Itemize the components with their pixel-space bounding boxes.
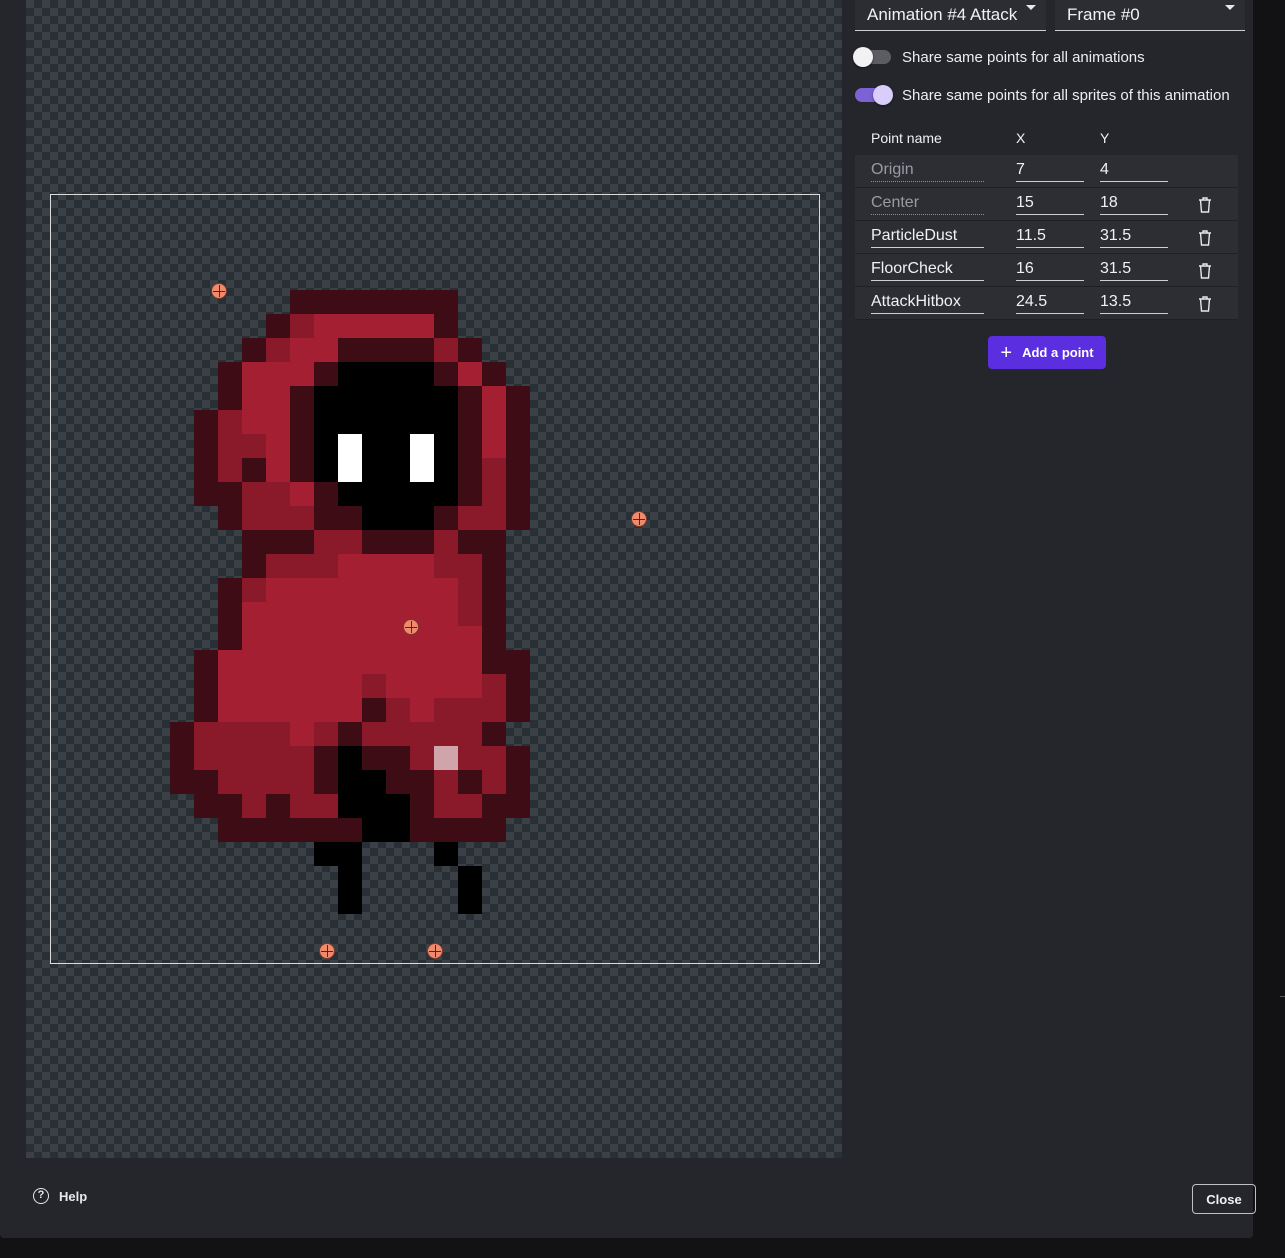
- frame-select-value: Frame #0: [1067, 5, 1140, 24]
- points-table-header: Point name X Y: [855, 130, 1238, 150]
- toggle-share-all-animations[interactable]: Share same points for all animations: [853, 45, 1145, 69]
- point-y-field[interactable]: 13.5: [1100, 291, 1168, 314]
- toggle-switch[interactable]: [855, 85, 893, 105]
- point-marker-attackhitbox[interactable]: [631, 511, 647, 527]
- header-point-name: Point name: [871, 130, 942, 146]
- point-marker-particledust[interactable]: [319, 943, 335, 959]
- point-x-field[interactable]: 24.5: [1016, 291, 1084, 314]
- close-button[interactable]: Close: [1192, 1184, 1256, 1214]
- point-x-field[interactable]: 7: [1016, 159, 1084, 182]
- point-marker-floorcheck[interactable]: [427, 943, 443, 959]
- point-x-field[interactable]: 15: [1016, 192, 1084, 215]
- point-marker-origin[interactable]: [211, 283, 227, 299]
- animation-select-value: Animation #4 Attack: [867, 5, 1018, 24]
- help-circle-icon: ?: [33, 1188, 49, 1204]
- point-marker-center[interactable]: [403, 619, 419, 635]
- table-row: AttackHitbox 24.5 13.5: [855, 287, 1238, 320]
- point-name-field[interactable]: FloorCheck: [871, 258, 984, 281]
- caret-down-icon: [1026, 5, 1036, 10]
- trash-icon[interactable]: [1198, 230, 1212, 246]
- toggle-label: Share same points for all animations: [902, 48, 1145, 66]
- animation-select[interactable]: Animation #4 Attack: [855, 0, 1046, 31]
- table-row: Center 15 18: [855, 188, 1238, 221]
- trash-icon[interactable]: [1198, 263, 1212, 279]
- point-name-field[interactable]: ParticleDust: [871, 225, 984, 248]
- table-row: Origin 7 4: [855, 155, 1238, 188]
- header-y: Y: [1100, 130, 1110, 146]
- point-x-field[interactable]: 16: [1016, 258, 1084, 281]
- point-y-field[interactable]: 31.5: [1100, 258, 1168, 281]
- point-x-field[interactable]: 11.5: [1016, 225, 1084, 248]
- caret-down-icon: [1225, 5, 1235, 10]
- point-y-field[interactable]: 31.5: [1100, 225, 1168, 248]
- trash-icon[interactable]: [1198, 296, 1212, 312]
- add-point-button[interactable]: + Add a point: [988, 336, 1106, 369]
- header-x: X: [1016, 130, 1026, 146]
- toggle-share-all-sprites[interactable]: Share same points for all sprites of thi…: [855, 83, 1230, 107]
- toggle-label: Share same points for all sprites of thi…: [902, 86, 1230, 104]
- points-editor-dialog: Animation #4 Attack Frame #0 Share same …: [0, 0, 1256, 1238]
- sprite-bounds: [50, 194, 820, 964]
- toggle-switch[interactable]: [853, 47, 891, 67]
- close-label: Close: [1206, 1191, 1242, 1207]
- table-row: ParticleDust 11.5 31.5: [855, 221, 1238, 254]
- table-row: FloorCheck 16 31.5: [855, 254, 1238, 287]
- trash-icon[interactable]: [1198, 197, 1212, 213]
- point-name-field[interactable]: AttackHitbox: [871, 291, 984, 314]
- point-y-field[interactable]: 4: [1100, 159, 1168, 182]
- plus-icon: +: [1000, 341, 1013, 364]
- point-name-field: Center: [871, 192, 984, 215]
- sprite-preview[interactable]: [26, 0, 842, 1158]
- help-label: Help: [59, 1188, 88, 1204]
- frame-select[interactable]: Frame #0: [1055, 0, 1245, 31]
- point-y-field[interactable]: 18: [1100, 192, 1168, 215]
- point-name-field: Origin: [871, 159, 984, 182]
- scrollbar-edge: [1280, 996, 1285, 997]
- add-point-label: Add a point: [1022, 345, 1094, 360]
- help-button[interactable]: ? Help: [33, 1188, 87, 1204]
